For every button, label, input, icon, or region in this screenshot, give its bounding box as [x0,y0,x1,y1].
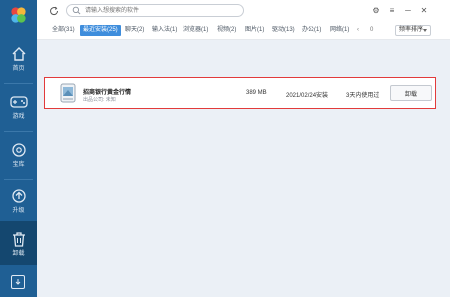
close-button[interactable]: ✕ [418,4,430,16]
tab-office[interactable]: 办公(1) [302,25,321,36]
tab-video[interactable]: 视频(2) [217,25,236,36]
refresh-icon[interactable] [49,6,59,16]
sidebar-item-games[interactable]: 游戏 [0,89,37,129]
install-date: 2021/02/24安装 [286,93,329,99]
tab-input[interactable]: 输入法(1) [152,25,177,36]
tab-network[interactable]: 网络(1) [330,25,349,36]
app-icon [60,83,76,103]
close-icon: ✕ [420,5,428,15]
sort-label: 频率排序 [399,27,424,33]
gamepad-icon [9,93,28,111]
tab-recent[interactable]: 最近安装(25) [80,25,121,36]
download-manager-button[interactable] [11,275,25,289]
menu-button[interactable]: ≡ [386,4,398,16]
sidebar-item-label: 首页 [12,66,25,72]
sidebar-item-label: 升级 [12,208,25,214]
tab-driver[interactable]: 驱动(13) [272,25,295,36]
sidebar-item-uninstall[interactable]: 卸载 [0,221,37,265]
list-item[interactable]: 招商银行黄金行情 出品公司: 未知 389 MB 2021/02/24安装 3天… [44,77,436,109]
divider [4,83,33,84]
trash-icon [10,230,28,248]
sidebar-item-home[interactable]: 首页 [0,41,37,81]
search-icon [72,6,81,15]
search-box [66,4,244,17]
tab-chat[interactable]: 聊天(2) [125,25,144,36]
menu-icon: ≡ [389,5,395,15]
category-tabs: 全部(31) 最近安装(25) 聊天(2) 输入法(1) 浏览器(1) 视频(2… [37,24,450,38]
sidebar-item-label: 卸载 [12,251,25,257]
download-icon [15,279,21,285]
minimize-icon: ─ [405,5,411,15]
divider [4,131,33,132]
app-size: 389 MB [246,90,267,96]
minimize-button[interactable]: ─ [402,4,414,16]
app-logo-icon [11,7,26,23]
upgrade-icon [10,187,28,205]
divider [4,179,33,180]
tab-browser[interactable]: 浏览器(1) [183,25,208,36]
tab-all[interactable]: 全部(31) [52,25,75,36]
app-publisher: 出品公司: 未知 [83,97,116,103]
sidebar: 首页 游戏 宝库 升级 卸载 [0,0,37,297]
sort-dropdown[interactable]: 频率排序 [395,25,431,36]
settings-icon: ⚙ [372,5,380,15]
uninstall-button[interactable]: 卸载 [390,85,432,101]
sidebar-item-label: 宝库 [12,162,25,168]
top-bar: ⚙ ≡ ─ ✕ [37,0,450,24]
treasure-icon [10,141,28,159]
settings-button[interactable]: ⚙ [370,4,382,16]
sidebar-item-label: 游戏 [12,114,25,120]
last-used: 3天内使用过 [346,93,380,99]
sidebar-item-treasure[interactable]: 宝库 [0,137,37,177]
tab-image[interactable]: 图片(1) [245,25,264,36]
chevron-down-icon [423,29,427,32]
tabs-more[interactable]: ‹ [357,25,359,36]
home-icon [10,45,28,63]
tabs-more-count: 0 [370,27,374,33]
search-input[interactable] [85,5,235,16]
sidebar-item-upgrade[interactable]: 升级 [0,183,37,223]
app-name: 招商银行黄金行情 [83,90,132,96]
